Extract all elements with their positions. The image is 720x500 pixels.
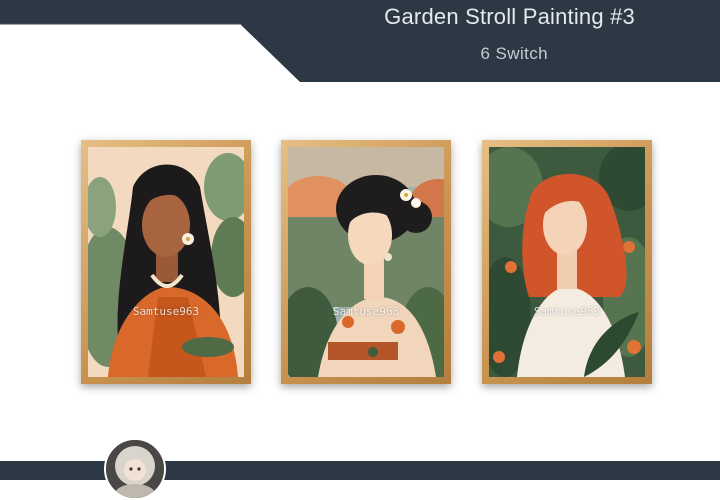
watermark-1: Samtuse963 [132,305,200,318]
painting-1-art [88,147,244,377]
painting-frame-2[interactable]: Samtuse963 [281,140,451,384]
creator-avatar[interactable] [104,438,166,500]
painting-frame-3[interactable]: Samtuse963 [482,140,652,384]
watermark-3: Samtuse963 [533,305,601,318]
painting-frame-1[interactable]: Samtuse963 [81,140,251,384]
painting-3-art [489,147,645,377]
painting-image-3: Samtuse963 [489,147,645,377]
painting-image-2: Samtuse963 [288,147,444,377]
page-subtitle: 6 Switch [480,44,548,63]
page-title: Garden Stroll Painting #3 [384,4,635,29]
avatar-image [106,440,164,498]
painting-image-1: Samtuse963 [88,147,244,377]
painting-2-art [288,147,444,377]
header-banner: Garden Stroll Painting #3 6 Switch [0,0,720,82]
watermark-2: Samtuse963 [332,305,400,318]
